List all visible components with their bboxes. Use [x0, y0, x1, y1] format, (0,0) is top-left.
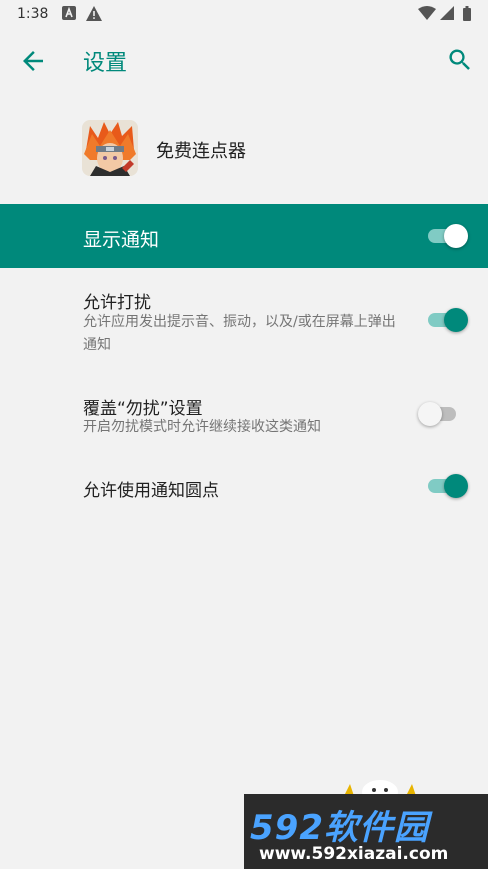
show-notifications-switch[interactable] [428, 224, 468, 248]
status-bar: 1:38 [0, 0, 488, 28]
battery-icon [463, 6, 471, 21]
setting-notification-dots[interactable]: 允许使用通知圆点 [0, 462, 488, 510]
app-bar: 设置 [0, 28, 488, 92]
switch-thumb [444, 474, 468, 498]
show-notifications-bar[interactable]: 显示通知 [0, 204, 488, 268]
signal-icon [440, 6, 454, 20]
switch-thumb [444, 224, 468, 248]
page-title: 设置 [83, 51, 128, 76]
watermark-url: www.592xiazai.com [259, 844, 449, 864]
wifi-icon [418, 6, 436, 20]
setting-title: 允许使用通知圆点 [83, 481, 219, 501]
setting-override-dnd[interactable]: 覆盖“勿扰”设置 开启勿扰模式时允许继续接收这类通知 [0, 380, 488, 450]
status-time: 1:38 [17, 6, 49, 22]
allow-interruptions-switch[interactable] [428, 308, 468, 332]
a-notification-icon [62, 6, 76, 20]
setting-title: 允许打扰 [83, 293, 151, 313]
watermark: 592软件园 www.592xiazai.com [244, 794, 488, 869]
search-icon[interactable] [446, 46, 474, 74]
app-name: 免费连点器 [156, 141, 246, 162]
arrow-back-icon[interactable] [18, 46, 48, 76]
switch-thumb [418, 402, 442, 426]
app-info-row: 免费连点器 [0, 104, 488, 196]
app-icon [82, 120, 138, 176]
watermark-brand: 592软件园 [250, 808, 429, 848]
setting-subtitle: 开启勿扰模式时允许继续接收这类通知 [83, 419, 321, 435]
warning-icon [86, 6, 102, 21]
setting-allow-interruptions[interactable]: 允许打扰 允许应用发出提示音、振动，以及/或在屏幕上弹出通知 [0, 276, 488, 366]
setting-subtitle: 允许应用发出提示音、振动，以及/或在屏幕上弹出通知 [83, 314, 396, 353]
override-dnd-switch[interactable] [418, 402, 458, 426]
show-notifications-label: 显示通知 [83, 229, 160, 251]
notification-dots-switch[interactable] [428, 474, 468, 498]
switch-thumb [444, 308, 468, 332]
